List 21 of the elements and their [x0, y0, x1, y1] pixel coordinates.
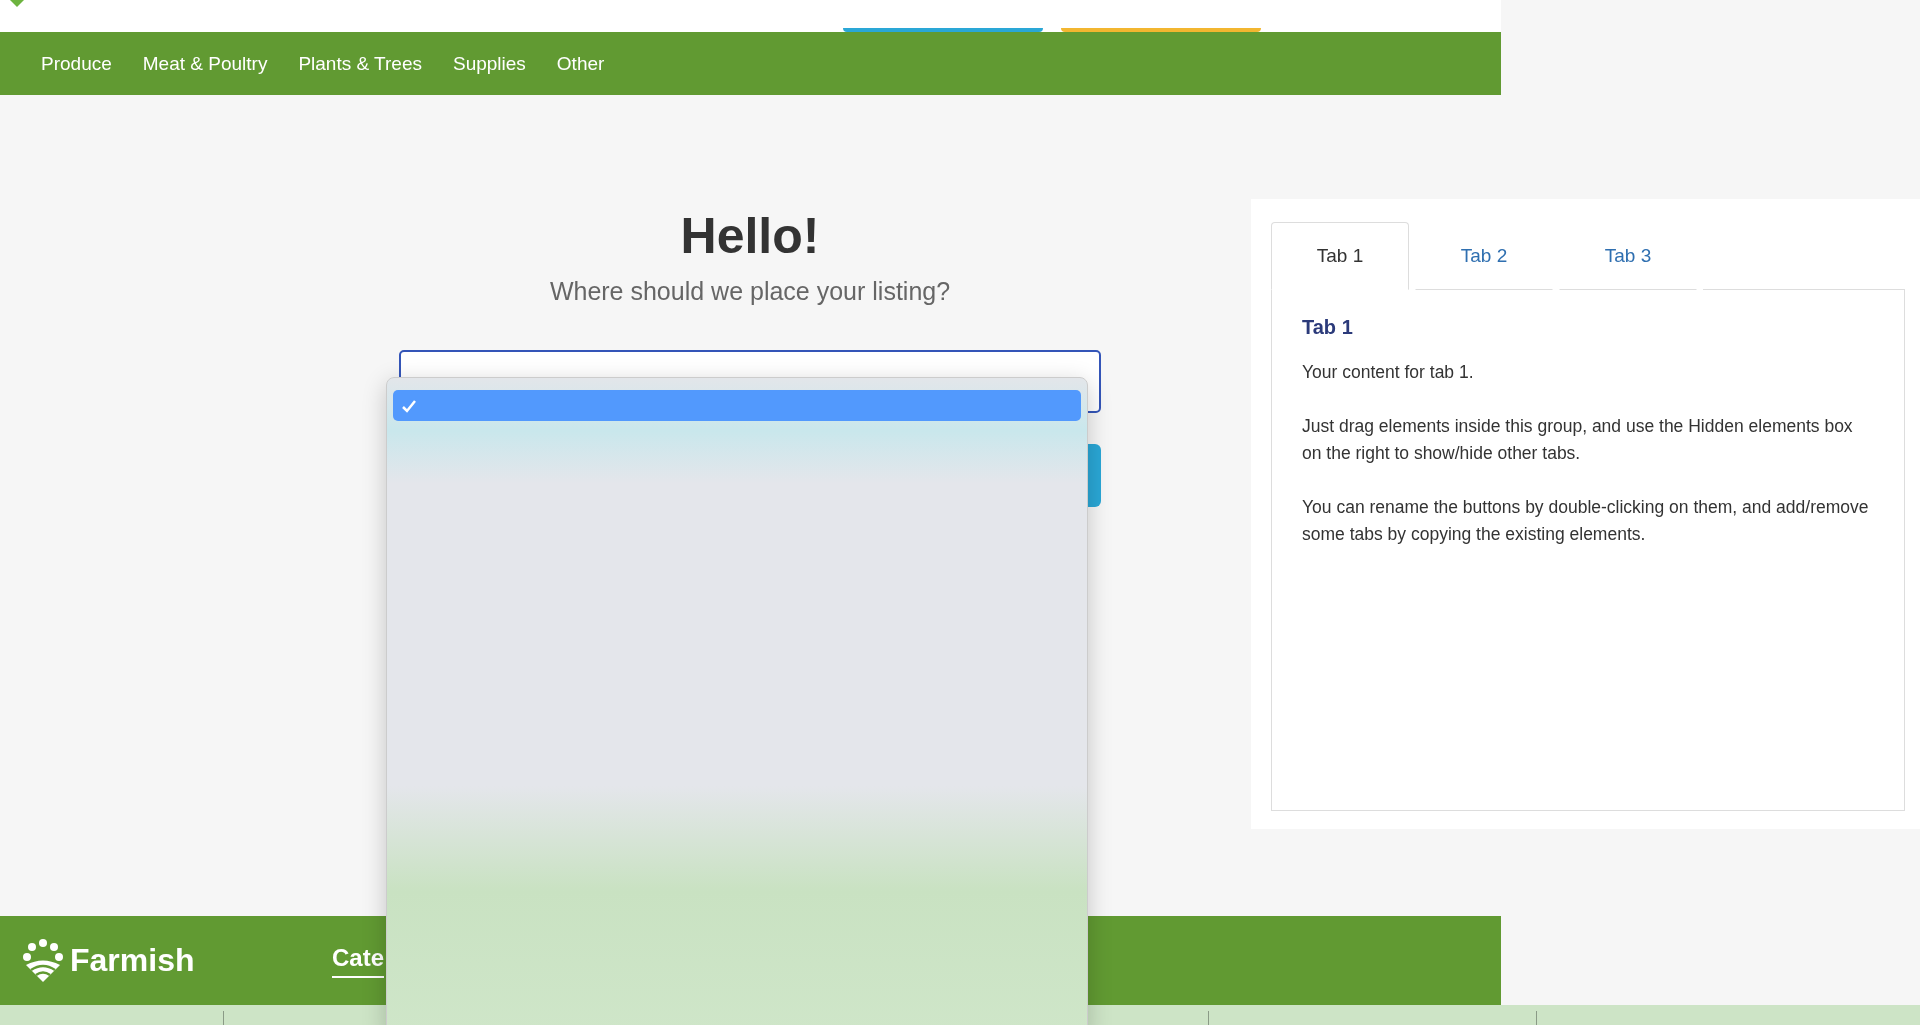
- nav-link[interactable]: Supplies: [452, 52, 526, 75]
- nav-link[interactable]: Produce: [41, 52, 112, 75]
- header-button[interactable]: [1061, 28, 1261, 32]
- greeting-title: Hello!: [680, 207, 820, 265]
- leaf-icon: [10, 0, 24, 7]
- logo-icon: [22, 937, 64, 984]
- nav-link[interactable]: Other: [556, 52, 605, 75]
- nav-link[interactable]: Plants & Trees: [298, 52, 422, 75]
- subtitle: Where should we place your listing?: [549, 277, 951, 306]
- nav-link[interactable]: Meat & Poultry: [142, 52, 268, 75]
- tab[interactable]: Tab 3: [1559, 222, 1697, 290]
- tab[interactable]: Tab 1: [1271, 222, 1409, 290]
- tab-paragraph: Your content for tab 1.: [1302, 361, 1475, 384]
- tab[interactable]: Tab 2: [1415, 222, 1553, 290]
- header-button[interactable]: [843, 28, 1043, 32]
- tab-paragraph: You can rename the buttons by double-clicking on them, and add/remove some tabs by copying the existing elements.: [1302, 496, 1870, 546]
- footer-link[interactable]: Cate: [332, 943, 385, 978]
- dropdown-option[interactable]: [393, 390, 1081, 421]
- tab-paragraph: Just drag elements inside this group, and use the Hidden elements box on the right to show/hide other tabs.: [1302, 415, 1854, 465]
- logo-text: Farmish: [70, 942, 195, 979]
- tab-heading: Tab 1: [1302, 316, 1354, 339]
